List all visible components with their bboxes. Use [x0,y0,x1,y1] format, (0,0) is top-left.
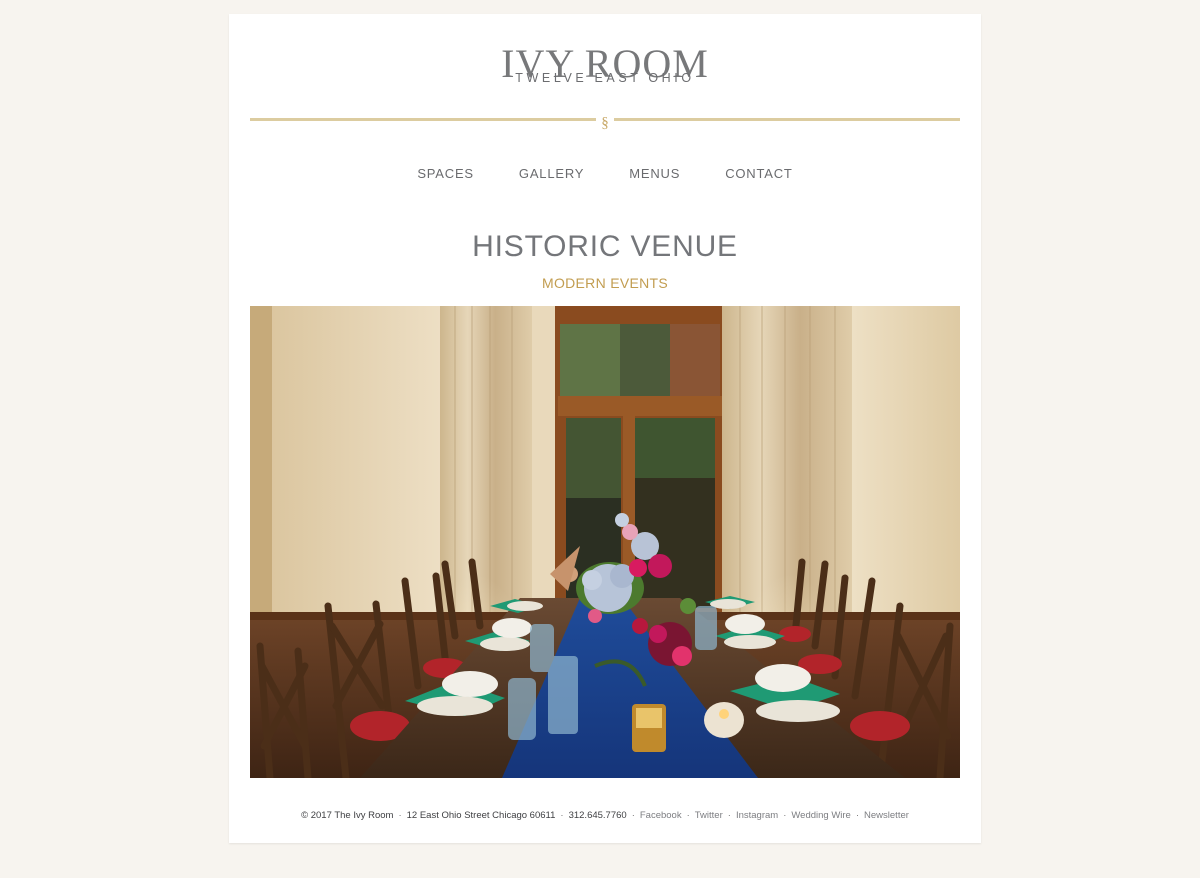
section-mark-icon: § [601,115,609,131]
main-nav: SPACES GALLERY MENUS CONTACT [229,166,981,181]
footer-copyright: © 2017 The Ivy Room [301,810,394,821]
footer-link-wedding-wire[interactable]: Wedding Wire [791,810,851,821]
footer-link-newsletter[interactable]: Newsletter [864,810,909,821]
footer-separator: · [560,810,564,821]
footer-address: 12 East Ohio Street Chicago 60611 [406,810,556,821]
divider-line-left [250,118,596,121]
logo-subtitle: TWELVE EAST OHIO [515,71,695,85]
footer-phone[interactable]: 312.645.7760 [569,810,627,821]
nav-item-spaces[interactable]: SPACES [417,166,474,181]
footer-separator: · [631,810,635,821]
footer-separator: · [727,810,731,821]
nav-item-menus[interactable]: MENUS [629,166,680,181]
nav-item-contact[interactable]: CONTACT [725,166,792,181]
footer-separator: · [783,810,787,821]
page-headline: HISTORIC VENUE [472,230,738,263]
footer-separator: · [686,810,690,821]
page-panel: IVY ROOM TWELVE EAST OHIO § SPACES GALLE… [229,14,981,843]
nav-item-gallery[interactable]: GALLERY [519,166,584,181]
divider-line-right [614,118,960,121]
footer-separator: · [398,810,402,821]
footer-link-facebook[interactable]: Facebook [640,810,682,821]
footer-separator: · [855,810,860,821]
footer-link-twitter[interactable]: Twitter [695,810,723,821]
banquet-table-photo [250,306,960,778]
footer: © 2017 The Ivy Room · 12 East Ohio Street … [229,810,981,821]
footer-link-instagram[interactable]: Instagram [736,810,778,821]
page-subheadline: MODERN EVENTS [541,275,669,291]
hero-image [250,306,960,778]
